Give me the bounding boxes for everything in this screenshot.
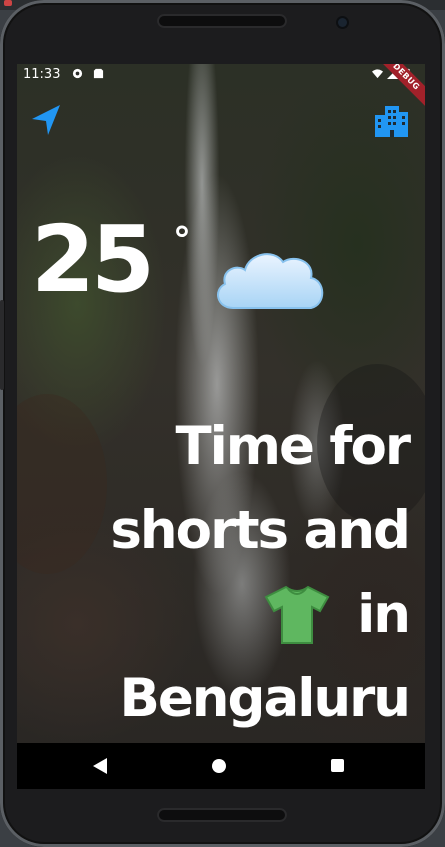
home-icon[interactable] — [212, 759, 226, 773]
message-line-3: in — [357, 584, 411, 645]
back-icon[interactable] — [93, 758, 107, 774]
cloud-icon — [217, 253, 324, 309]
status-time: 11:33 — [23, 67, 61, 82]
sync-icon — [72, 68, 83, 79]
recent-apps-icon[interactable] — [331, 759, 344, 772]
tshirt-icon — [264, 585, 330, 644]
front-camera — [338, 18, 347, 27]
app-screen: 11:33 DEBUG 25 ° Time for shorts and in … — [17, 64, 425, 743]
temperature-value: 25 — [31, 206, 155, 313]
sd-card-icon — [93, 68, 104, 79]
emulator-device-frame: 11:33 DEBUG 25 ° Time for shorts and in … — [0, 0, 445, 847]
side-button[interactable] — [0, 300, 4, 390]
status-bar: 11:33 DEBUG — [17, 64, 425, 114]
navigation-arrow-icon[interactable] — [27, 100, 67, 140]
wifi-icon — [372, 69, 383, 79]
message-line-2: shorts and — [110, 500, 411, 561]
message-line-1: Time for — [175, 416, 411, 477]
degree-symbol: ° — [173, 220, 191, 261]
bottom-speaker — [157, 808, 287, 822]
top-speaker — [157, 14, 287, 28]
city-buildings-icon[interactable] — [371, 100, 411, 140]
host-indicator-icon — [4, 0, 12, 6]
android-navigation-bar — [17, 743, 425, 789]
message-line-4: Bengaluru — [119, 668, 411, 729]
